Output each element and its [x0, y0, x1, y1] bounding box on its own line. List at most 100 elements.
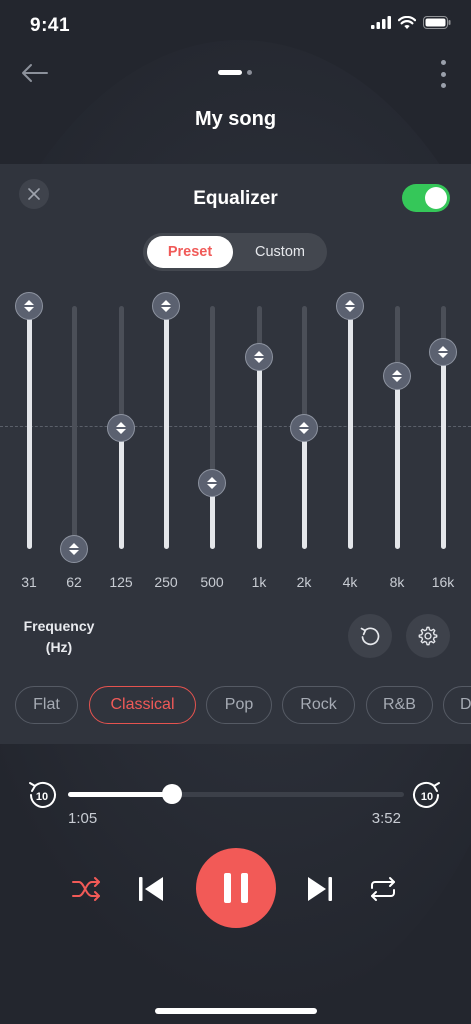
eq-band-label: 31: [21, 574, 37, 590]
more-dot: [440, 71, 446, 77]
eq-band: [9, 292, 49, 556]
rewind-10-icon: 10: [29, 781, 56, 808]
up-down-arrows-icon: [438, 346, 448, 358]
wifi-icon: [398, 16, 416, 29]
progress-thumb[interactable]: [162, 784, 182, 804]
preset-chip[interactable]: Flat: [15, 686, 78, 724]
progress-slider[interactable]: [68, 784, 404, 804]
eq-band-thumb[interactable]: [60, 535, 88, 563]
shuffle-button[interactable]: [70, 872, 104, 906]
transport-controls: [0, 848, 471, 928]
status-icons: [371, 16, 451, 29]
eq-band-track[interactable]: [72, 306, 77, 549]
equalizer-sliders: 31 62 125 250 500 1k 2k 4k 8k 16k: [0, 164, 471, 604]
eq-band-label: 2k: [296, 574, 312, 590]
status-time: 9:41: [30, 15, 71, 36]
pause-icon: [224, 873, 248, 903]
up-down-arrows-icon: [392, 370, 402, 382]
eq-band: [101, 306, 141, 556]
eq-band-fill: [164, 306, 169, 549]
current-time: 1:05: [68, 810, 98, 827]
eq-band-track[interactable]: [164, 306, 169, 549]
gear-icon: [418, 626, 438, 646]
music-player-screen: 9:41 My song Equalizer Preset Custom 31 …: [0, 0, 471, 1024]
arrow-left-icon: [22, 64, 48, 82]
eq-band-thumb[interactable]: [429, 338, 457, 366]
frequency-label: Frequency (Hz): [19, 616, 99, 658]
progress-fill: [68, 792, 172, 797]
settings-button[interactable]: [406, 614, 450, 658]
up-down-arrows-icon: [116, 422, 126, 434]
more-button[interactable]: [437, 60, 449, 88]
eq-band: [284, 306, 324, 556]
eq-band: [239, 306, 279, 556]
eq-band-thumb[interactable]: [245, 343, 273, 371]
skip-previous-icon: [139, 877, 163, 901]
next-button[interactable]: [303, 872, 337, 906]
eq-band-label: 500: [200, 574, 224, 590]
eq-band-track[interactable]: [348, 306, 353, 549]
eq-band-fill: [395, 376, 400, 549]
preset-chip[interactable]: D: [443, 686, 471, 724]
frequency-label-line2: (Hz): [45, 639, 73, 655]
more-vertical-icon: [440, 60, 446, 65]
up-down-arrows-icon: [69, 543, 79, 555]
eq-band: [192, 306, 232, 556]
up-down-arrows-icon: [345, 300, 355, 312]
back-button[interactable]: [16, 58, 52, 88]
eq-band-label: 250: [154, 574, 178, 590]
up-down-arrows-icon: [161, 300, 171, 312]
skip-next-icon: [308, 877, 332, 901]
previous-button[interactable]: [134, 872, 168, 906]
eq-band-thumb[interactable]: [290, 414, 318, 442]
page-indicator-dot: [247, 70, 252, 75]
preset-chip[interactable]: Pop: [206, 686, 272, 724]
eq-band-thumb[interactable]: [15, 292, 43, 320]
eq-band-label: 62: [66, 574, 82, 590]
top-nav: My song: [0, 52, 471, 162]
forward-10-icon: 10: [413, 781, 440, 808]
signal-icon: [371, 16, 391, 29]
battery-icon: [423, 16, 451, 29]
eq-band-label: 125: [109, 574, 133, 590]
more-dot: [440, 83, 446, 88]
eq-band-thumb[interactable]: [198, 469, 226, 497]
eq-band-track[interactable]: [210, 306, 215, 549]
page-indicator: [218, 70, 252, 75]
frequency-label-line1: Frequency: [23, 618, 95, 634]
preset-chip[interactable]: Rock: [282, 686, 355, 724]
eq-band-label: 16k: [431, 574, 455, 590]
up-down-arrows-icon: [299, 422, 309, 434]
player-controls: 10 10 1:05 3:52: [0, 744, 471, 1024]
skip-forward-label: 10: [421, 791, 433, 803]
eq-band-fill: [119, 427, 124, 549]
up-down-arrows-icon: [254, 351, 264, 363]
eq-band-thumb[interactable]: [152, 292, 180, 320]
page-indicator-active: [218, 70, 242, 75]
eq-band: [54, 306, 94, 563]
eq-band-thumb[interactable]: [107, 414, 135, 442]
skip-back-button[interactable]: 10: [26, 779, 58, 811]
eq-band-thumb[interactable]: [383, 362, 411, 390]
eq-band-fill: [441, 352, 446, 549]
repeat-icon: [371, 877, 395, 901]
song-title: My song: [194, 108, 277, 130]
eq-band-track[interactable]: [395, 306, 400, 549]
up-down-arrows-icon: [24, 300, 34, 312]
repeat-button[interactable]: [366, 872, 400, 906]
eq-band-fill: [27, 306, 32, 549]
up-down-arrows-icon: [207, 477, 217, 489]
eq-band-track[interactable]: [27, 306, 32, 549]
reset-icon: [360, 627, 380, 646]
total-time: 3:52: [371, 810, 401, 827]
preset-chip[interactable]: R&B: [366, 686, 433, 724]
preset-chip[interactable]: Classical: [89, 686, 196, 724]
eq-band-thumb[interactable]: [336, 292, 364, 320]
equalizer-panel: Equalizer Preset Custom 31 62 125 250 500 1k 2…: [0, 164, 471, 744]
status-bar: 9:41: [0, 0, 471, 52]
reset-button[interactable]: [348, 614, 392, 658]
pause-button[interactable]: [196, 848, 276, 928]
skip-forward-button[interactable]: 10: [411, 779, 443, 811]
eq-band: [330, 292, 370, 556]
eq-band-fill: [257, 357, 262, 549]
